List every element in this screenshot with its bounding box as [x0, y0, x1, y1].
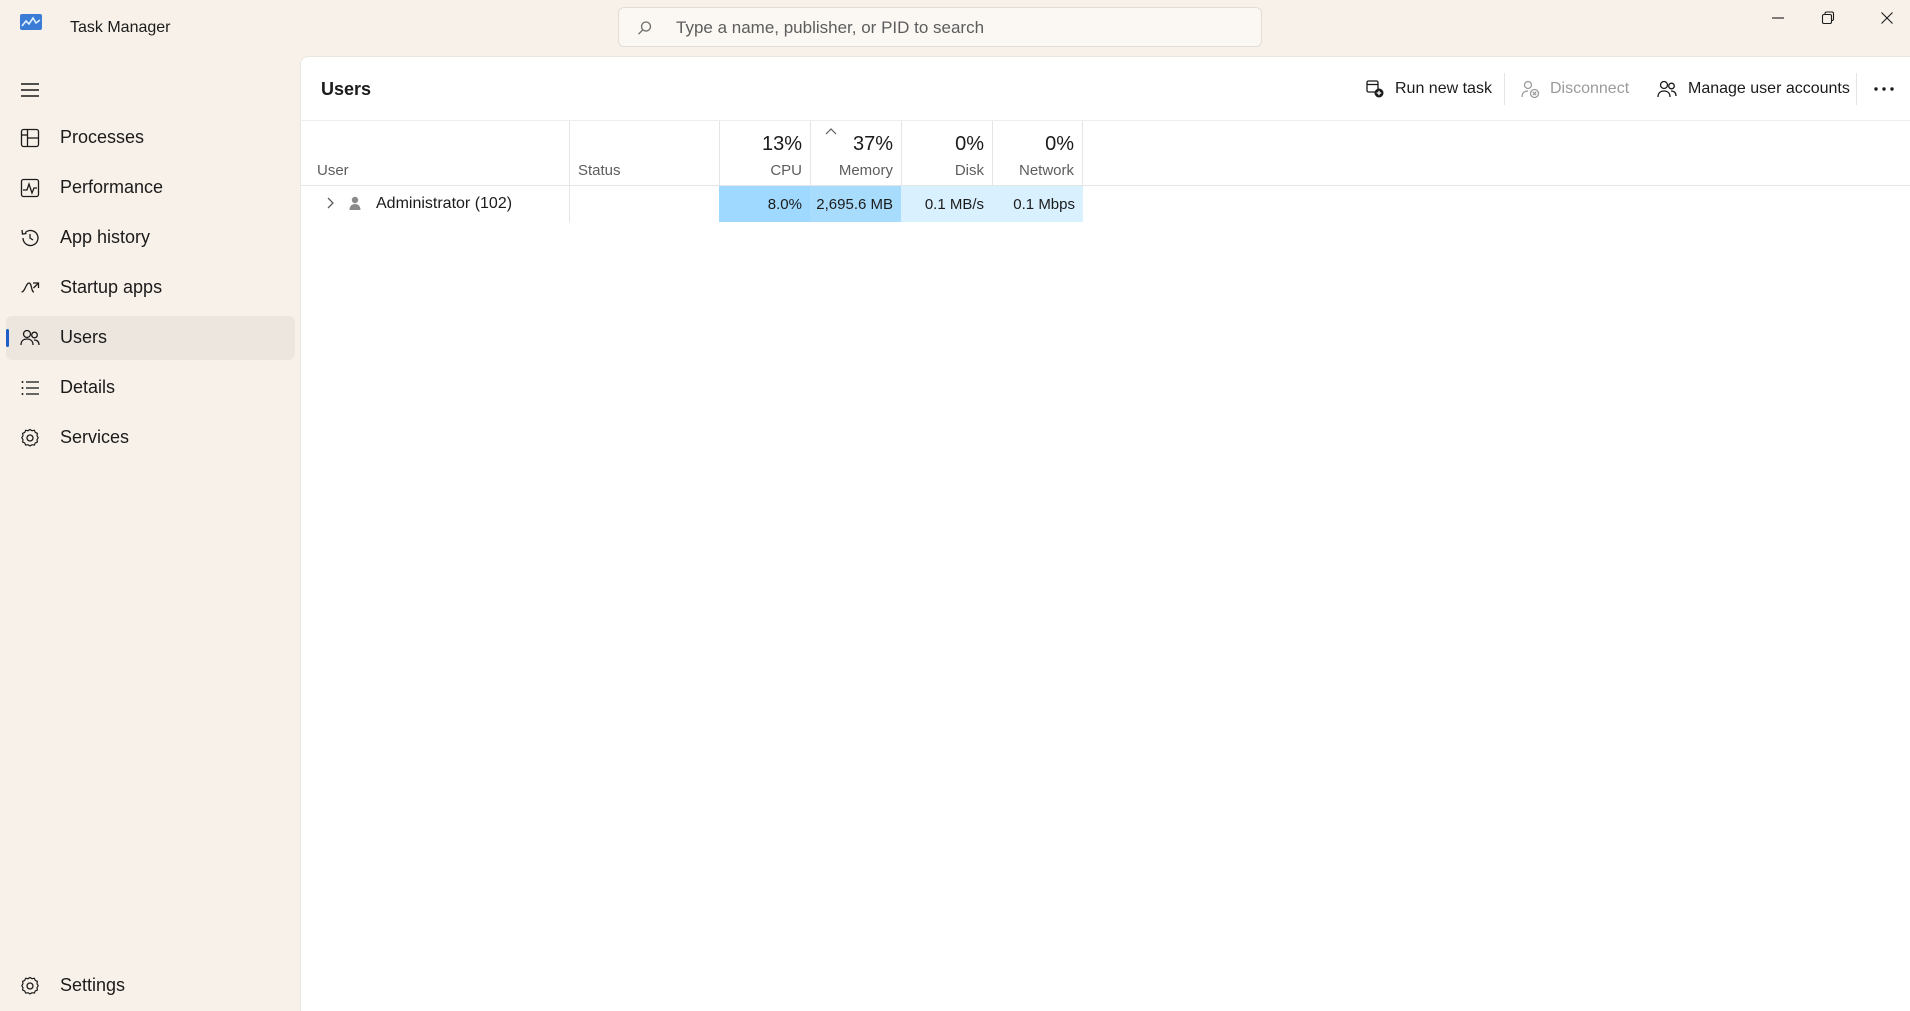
- services-icon: [21, 428, 39, 447]
- cell-disk: 0.1 MB/s: [901, 186, 992, 222]
- sidebar-item-label: Processes: [60, 127, 145, 147]
- search-icon: [638, 21, 652, 35]
- cell-cpu: 8.0%: [719, 186, 810, 222]
- column-header-disk[interactable]: 0% Disk: [901, 121, 992, 185]
- disconnect-label: Disconnect: [1550, 80, 1630, 97]
- manage-user-accounts-label: Manage user accounts: [1688, 80, 1850, 97]
- settings-gear-icon: [21, 976, 39, 995]
- settings-label: Settings: [60, 975, 126, 995]
- user-avatar-icon: [349, 196, 361, 210]
- column-header-network[interactable]: 0% Network: [992, 121, 1083, 185]
- column-label: Network: [1018, 162, 1074, 179]
- column-label: CPU: [770, 162, 802, 179]
- manage-users-icon: [1657, 80, 1677, 98]
- column-header-cpu[interactable]: 13% CPU: [719, 121, 810, 185]
- restore-icon: [1821, 11, 1835, 25]
- sidebar-item-label: Users: [60, 327, 108, 347]
- active-indicator: [6, 329, 9, 347]
- processes-icon: [20, 128, 40, 148]
- column-header-user[interactable]: User: [301, 121, 569, 185]
- run-new-task-button[interactable]: Run new task: [1365, 71, 1492, 107]
- cell-memory: 2,695.6 MB: [810, 186, 901, 222]
- sidebar-item-processes[interactable]: Processes: [6, 116, 295, 160]
- table-row[interactable]: Administrator (102) 8.0% 2,695.6 MB 0.1 …: [301, 186, 1910, 222]
- column-label: Disk: [954, 162, 984, 179]
- app-history-icon: [21, 229, 39, 247]
- more-options-icon: [1874, 87, 1894, 91]
- column-header-status[interactable]: Status: [569, 121, 719, 185]
- task-manager-app-icon: [20, 14, 42, 30]
- disk-total: 0%: [955, 133, 984, 155]
- cpu-total: 13%: [761, 133, 802, 155]
- network-total: 0%: [1045, 133, 1074, 155]
- toolbar-divider: [1504, 73, 1505, 105]
- chevron-right-icon[interactable]: [323, 196, 337, 210]
- sidebar-item-label: App history: [60, 227, 151, 247]
- sidebar-item-label: Performance: [60, 177, 164, 197]
- column-label: Memory: [838, 162, 893, 179]
- main-content: Users Run new task Disconnect Manage use…: [300, 56, 1910, 1011]
- sidebar-item-performance[interactable]: Performance: [6, 166, 295, 210]
- close-button[interactable]: [1859, 0, 1910, 36]
- minimize-icon: [1772, 17, 1784, 19]
- sidebar: Processes Performance App history Startu…: [0, 56, 300, 1011]
- hamburger-menu-icon[interactable]: [18, 78, 42, 102]
- startup-apps-icon: [21, 282, 40, 293]
- sidebar-item-services[interactable]: Services: [6, 416, 295, 460]
- details-icon: [21, 381, 39, 395]
- search-placeholder: Type a name, publisher, or PID to search: [676, 18, 985, 37]
- column-label: User: [317, 162, 349, 179]
- column-header-memory[interactable]: 37% Memory: [810, 121, 901, 185]
- sidebar-item-details[interactable]: Details: [6, 366, 295, 410]
- sidebar-item-settings[interactable]: Settings: [6, 964, 295, 1008]
- manage-user-accounts-button[interactable]: Manage user accounts: [1656, 71, 1850, 107]
- disconnect-button[interactable]: Disconnect: [1520, 71, 1629, 107]
- app-title: Task Manager: [70, 19, 171, 36]
- search-box[interactable]: Type a name, publisher, or PID to search: [618, 7, 1262, 47]
- users-icon: [20, 329, 40, 346]
- toolbar-divider: [1856, 73, 1857, 105]
- title-bar: Task Manager Type a name, publisher, or …: [0, 0, 1910, 56]
- sidebar-item-startup-apps[interactable]: Startup apps: [6, 266, 295, 310]
- sidebar-item-label: Startup apps: [60, 277, 163, 297]
- user-name: Administrator (102): [376, 195, 513, 212]
- memory-total: 37%: [852, 133, 893, 155]
- more-options-button[interactable]: [1873, 71, 1905, 107]
- performance-icon: [20, 178, 40, 198]
- sort-ascending-icon: [825, 128, 837, 135]
- cell-network: 0.1 Mbps: [992, 186, 1083, 222]
- cell-user: Administrator (102): [301, 186, 569, 222]
- disconnect-icon: [1521, 80, 1540, 99]
- sidebar-item-app-history[interactable]: App history: [6, 216, 295, 260]
- column-label: Status: [578, 162, 621, 179]
- sidebar-item-label: Details: [60, 377, 116, 397]
- page-title: Users: [321, 79, 372, 99]
- minimize-button[interactable]: [1750, 0, 1806, 36]
- run-new-task-icon: [1366, 80, 1384, 98]
- sidebar-item-label: Services: [60, 427, 130, 447]
- restore-button[interactable]: [1800, 0, 1856, 36]
- cell-status: [569, 186, 719, 222]
- close-icon: [1881, 12, 1893, 24]
- run-new-task-label: Run new task: [1395, 80, 1492, 97]
- sidebar-item-users[interactable]: Users: [6, 316, 295, 360]
